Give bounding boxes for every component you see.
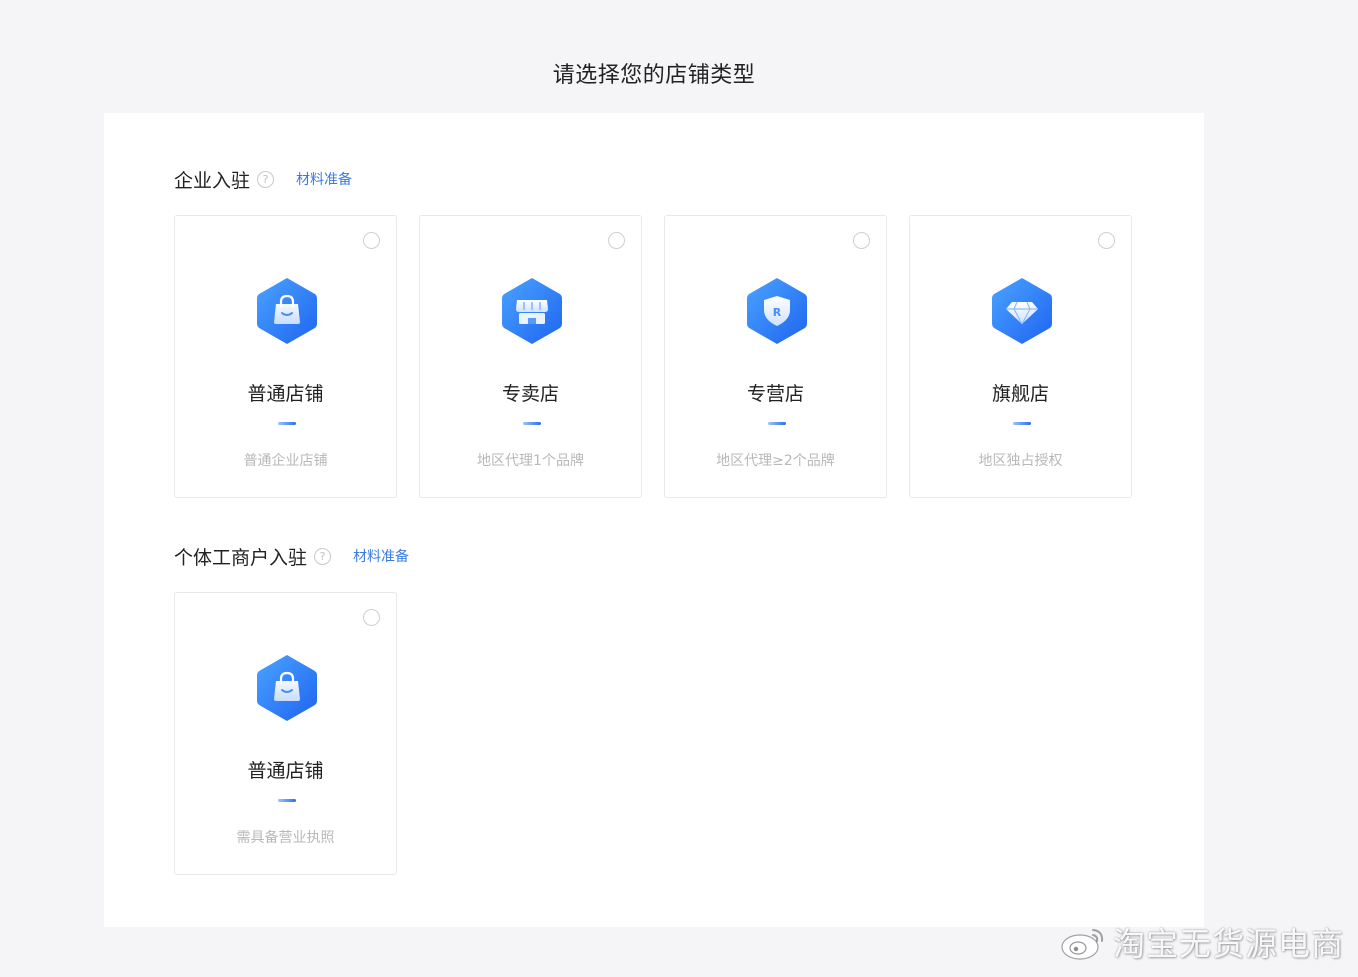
card-description: 普通企业店铺 <box>243 453 328 469</box>
watermark-text: 淘宝无货源电商 <box>1112 925 1344 963</box>
shopping-bag-icon <box>257 278 317 344</box>
divider <box>523 422 541 425</box>
individual-cards: 普通店铺 需具备营业执照 <box>174 592 419 875</box>
radio-button[interactable] <box>363 232 380 249</box>
shield-r-icon: R <box>747 278 807 344</box>
divider <box>278 422 296 425</box>
shopping-bag-icon <box>257 655 317 721</box>
store-card-flagship[interactable]: 旗舰店 地区独占授权 <box>909 215 1132 498</box>
storefront-icon <box>502 278 562 344</box>
enterprise-cards: 普通店铺 普通企业店铺 专卖店 地区代理1个品牌 R 专营店 地区代理≥2个品牌… <box>174 215 1154 498</box>
radio-button[interactable] <box>1098 232 1115 249</box>
help-icon[interactable]: ? <box>257 170 275 188</box>
svg-text:R: R <box>773 306 782 319</box>
card-title: 普通店铺 <box>247 383 324 405</box>
store-card-regular[interactable]: 普通店铺 普通企业店铺 <box>174 215 397 498</box>
enterprise-section-title: 企业入驻 <box>174 169 251 192</box>
radio-button[interactable] <box>608 232 625 249</box>
card-title: 专营店 <box>746 383 804 405</box>
individual-section-header: 个体工商户入驻 ? 材料准备 <box>174 542 409 570</box>
card-description: 地区独占授权 <box>978 453 1063 469</box>
store-card-specialty[interactable]: R 专营店 地区代理≥2个品牌 <box>664 215 887 498</box>
enterprise-section-header: 企业入驻 ? 材料准备 <box>174 165 352 193</box>
page-title: 请选择您的店铺类型 <box>552 63 756 88</box>
enterprise-material-link[interactable]: 材料准备 <box>296 169 352 189</box>
weibo-logo-icon <box>1061 929 1104 960</box>
radio-button[interactable] <box>363 609 380 626</box>
card-title: 旗舰店 <box>991 383 1049 405</box>
radio-button[interactable] <box>853 232 870 249</box>
divider <box>768 422 786 425</box>
divider <box>278 799 296 802</box>
divider <box>1013 422 1031 425</box>
store-type-panel: 企业入驻 ? 材料准备 普通店铺 普通企业店铺 专卖店 地区代理1个品牌 R 专… <box>104 113 1204 927</box>
card-description: 需具备营业执照 <box>236 830 335 846</box>
store-card-individual-regular[interactable]: 普通店铺 需具备营业执照 <box>174 592 397 875</box>
watermark: 淘宝无货源电商 <box>1059 919 1344 965</box>
help-icon[interactable]: ? <box>314 547 332 565</box>
card-title: 普通店铺 <box>247 760 324 782</box>
individual-material-link[interactable]: 材料准备 <box>353 546 409 566</box>
store-card-exclusive[interactable]: 专卖店 地区代理1个品牌 <box>419 215 642 498</box>
card-description: 地区代理1个品牌 <box>477 453 584 469</box>
individual-section-title: 个体工商户入驻 <box>174 546 308 569</box>
card-title: 专卖店 <box>501 383 559 405</box>
diamond-icon <box>992 278 1052 344</box>
card-description: 地区代理≥2个品牌 <box>716 453 835 469</box>
